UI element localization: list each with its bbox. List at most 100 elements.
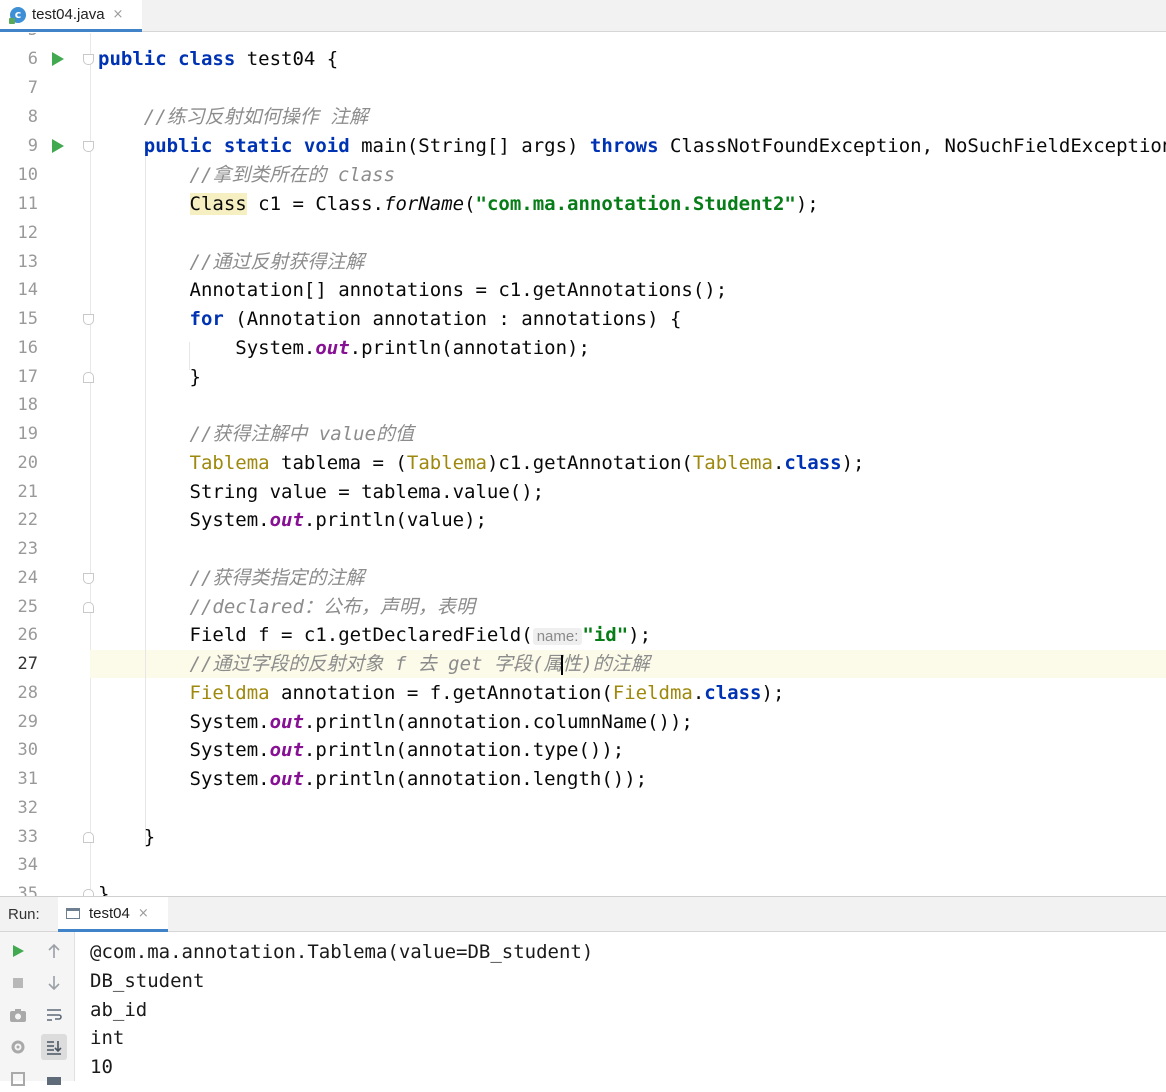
down-arrow-icon[interactable]: [41, 970, 67, 996]
line-number: 24: [17, 568, 38, 588]
line-number: 35: [17, 884, 38, 896]
fold-icon[interactable]: [83, 314, 94, 325]
code-line: 32: [0, 794, 1166, 822]
code-text: //拿到类所在的 class: [189, 164, 396, 186]
print-icon[interactable]: [5, 1066, 31, 1092]
code-line: 31 System.out.println(annotation.length(…: [0, 765, 1166, 793]
code-line: 26 Field f = c1.getDeclaredField(name: "i…: [0, 621, 1166, 649]
fold-icon[interactable]: [83, 832, 94, 843]
code-line: 17 }: [0, 363, 1166, 391]
line-number: 28: [17, 683, 38, 703]
code-text: public class test04 {: [98, 48, 339, 70]
code-line: 23: [0, 535, 1166, 563]
code-line: 15 for (Annotation annotation : annotati…: [0, 305, 1166, 333]
screenshot-icon[interactable]: [5, 1002, 31, 1028]
line-number: 22: [17, 510, 38, 530]
line-number: 6: [27, 49, 38, 69]
scroll-to-end-icon[interactable]: [41, 1034, 67, 1060]
run-toolbar: [0, 932, 75, 1086]
line-number: 18: [17, 395, 38, 415]
code-line: 30 System.out.println(annotation.type())…: [0, 736, 1166, 764]
run-panel-header: Run: test04 ×: [0, 896, 1166, 932]
line-number: 11: [17, 194, 38, 214]
run-panel-title: Run:: [8, 906, 40, 923]
code-line: 11 Class c1 = Class.forName("com.ma.anno…: [0, 190, 1166, 218]
line-number: 29: [17, 712, 38, 732]
run-gutter-icon[interactable]: [52, 52, 64, 66]
code-line: 29 System.out.println(annotation.columnN…: [0, 708, 1166, 736]
code-line: 35 }: [0, 880, 1166, 896]
line-number: 26: [17, 625, 38, 645]
fold-icon[interactable]: [83, 602, 94, 613]
line-number: 17: [17, 367, 38, 387]
code-line: 10 //拿到类所在的 class: [0, 161, 1166, 189]
code-line: 24 //获得类指定的注解: [0, 564, 1166, 592]
code-text: System.out.println(annotation.type());: [98, 739, 625, 761]
line-number: 14: [17, 280, 38, 300]
code-line: 9 public static void main(String[] args)…: [0, 132, 1166, 160]
line-number: 21: [17, 482, 38, 502]
fold-icon[interactable]: [83, 573, 94, 584]
run-gutter-icon[interactable]: [52, 139, 64, 153]
line-number: 32: [17, 798, 38, 818]
print-icon[interactable]: [41, 1066, 67, 1092]
code-line: 33 }: [0, 823, 1166, 851]
close-run-tab-icon[interactable]: ×: [138, 906, 149, 921]
fold-icon[interactable]: [83, 372, 94, 383]
code-text: System.out.println(annotation.columnName…: [98, 711, 693, 733]
line-number: 7: [27, 78, 38, 98]
code-text: public static void main(String[] args) t…: [143, 135, 1166, 157]
code-text: Annotation[] annotations = c1.getAnnotat…: [98, 279, 728, 301]
close-tab-icon[interactable]: ×: [113, 7, 124, 22]
stop-icon[interactable]: [5, 970, 31, 996]
fold-icon[interactable]: [83, 889, 94, 896]
line-number: 30: [17, 740, 38, 760]
code-line: 22 System.out.println(value);: [0, 506, 1166, 534]
up-arrow-icon[interactable]: [41, 938, 67, 964]
code-line: 16 System.out.println(annotation);: [0, 334, 1166, 362]
code-text: Tablema tablema = (Tablema)c1.getAnnotat…: [189, 452, 865, 474]
fold-icon[interactable]: [83, 54, 94, 65]
code-editor[interactable]: 5 6 public class test04 { 7 8 //练习反射如何操作…: [0, 33, 1166, 896]
java-class-icon: c: [9, 6, 26, 24]
code-text: System.out.println(annotation.length());: [98, 768, 648, 790]
run-console: @com.ma.annotation.Tablema(value=DB_stud…: [0, 932, 1166, 1086]
text-caret: [561, 654, 564, 675]
file-tab-label: test04.java: [32, 6, 105, 23]
console-output-line: 10: [90, 1056, 113, 1078]
code-line: 14 Annotation[] annotations = c1.getAnno…: [0, 276, 1166, 304]
console-output-line: @com.ma.annotation.Tablema(value=DB_stud…: [90, 941, 594, 963]
code-text: //通过反射获得注解: [189, 251, 365, 273]
line-number: 23: [17, 539, 38, 559]
code-text: //获得类指定的注解: [189, 567, 365, 589]
code-line: 18: [0, 391, 1166, 419]
code-text: }: [98, 366, 201, 388]
code-line: 19 //获得注解中 value的值: [0, 420, 1166, 448]
code-text: System.out.println(value);: [98, 509, 487, 531]
soft-wrap-icon[interactable]: [41, 1002, 67, 1028]
code-line: 28 Fieldma annotation = f.getAnnotation(…: [0, 679, 1166, 707]
line-number: 16: [17, 338, 38, 358]
code-line: 8 //练习反射如何操作 注解: [0, 103, 1166, 131]
settings-icon[interactable]: [5, 1034, 31, 1060]
rerun-icon[interactable]: [5, 938, 31, 964]
line-number: 20: [17, 453, 38, 473]
code-text: System.out.println(annotation);: [98, 337, 590, 359]
console-output-line: ab_id: [90, 999, 148, 1021]
code-text: Class c1 = Class.forName("com.ma.annotat…: [189, 193, 819, 215]
line-number: 33: [17, 827, 38, 847]
line-number: 31: [17, 769, 38, 789]
line-number: 19: [17, 424, 38, 444]
code-line: 12: [0, 219, 1166, 247]
run-tab-label: test04: [89, 904, 130, 922]
line-number: 15: [17, 309, 38, 329]
code-text: Field f = c1.getDeclaredField(name: "id")…: [98, 624, 652, 646]
code-line: 7: [0, 74, 1166, 102]
code-text: //declared：公布，声明，表明: [189, 596, 475, 618]
fold-icon[interactable]: [83, 141, 94, 152]
console-output-line: int: [90, 1027, 125, 1049]
run-tab-test04[interactable]: test04 ×: [58, 897, 168, 932]
editor-tab-bar: c test04.java ×: [0, 0, 1166, 32]
parameter-hint: name:: [532, 628, 583, 645]
file-tab-test04[interactable]: c test04.java ×: [0, 0, 142, 32]
